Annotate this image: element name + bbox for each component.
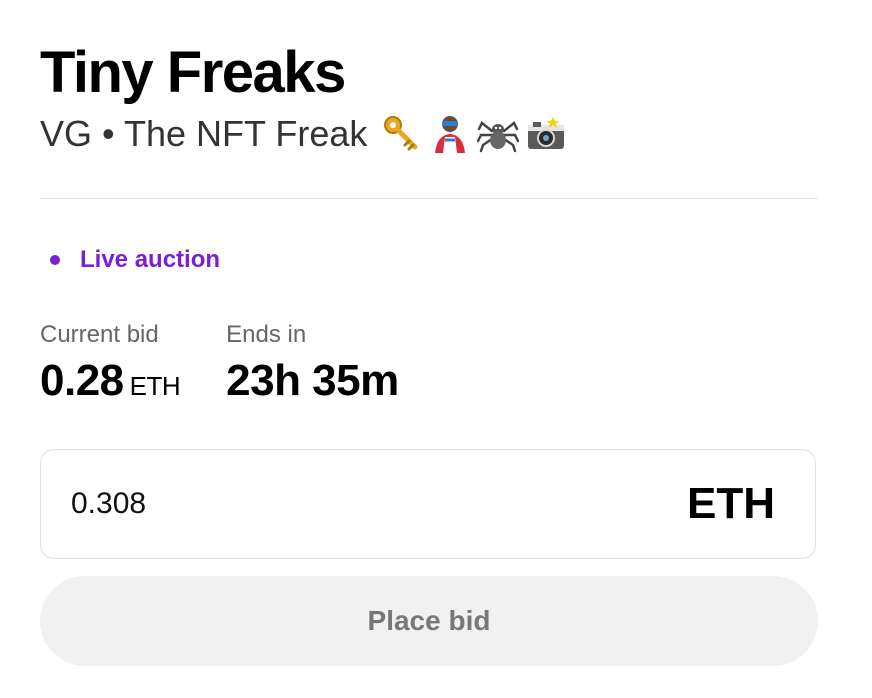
place-bid-button[interactable]: Place bid xyxy=(40,576,818,666)
current-bid-value-line: 0.28 ETH xyxy=(40,354,181,413)
bid-amount-input[interactable] xyxy=(41,449,687,559)
auction-stats: Current bid 0.28 ETH Ends in 23h 35m xyxy=(40,320,445,413)
ends-in-stat: Ends in 23h 35m xyxy=(226,320,399,413)
live-auction-label: Live auction xyxy=(80,246,221,273)
ends-in-label: Ends in xyxy=(226,321,307,348)
current-bid-stat: Current bid 0.28 ETH xyxy=(40,320,181,413)
creator-line: VG • The NFT Freak xyxy=(40,112,818,156)
live-status: Live auction xyxy=(50,246,220,274)
divider xyxy=(40,198,818,199)
camera-flash-icon xyxy=(528,117,565,149)
current-bid-label: Current bid xyxy=(40,321,159,348)
current-bid-value: 0.28 xyxy=(40,356,124,405)
key-icon xyxy=(384,116,418,151)
current-bid-unit: ETH xyxy=(129,371,181,401)
bid-amount-field[interactable]: ETH xyxy=(40,449,816,559)
auction-card: Tiny Freaks VG • The NFT Freak Live auct… xyxy=(40,38,818,666)
bid-currency-label: ETH xyxy=(687,479,775,528)
creator-name: VG • The NFT Freak xyxy=(40,113,368,154)
creator-emojis xyxy=(381,113,567,155)
live-dot-icon xyxy=(50,255,60,265)
superhero-icon xyxy=(435,116,466,153)
page-title: Tiny Freaks xyxy=(40,40,346,105)
spider-icon xyxy=(477,121,520,153)
ends-in-value: 23h 35m xyxy=(226,356,399,405)
